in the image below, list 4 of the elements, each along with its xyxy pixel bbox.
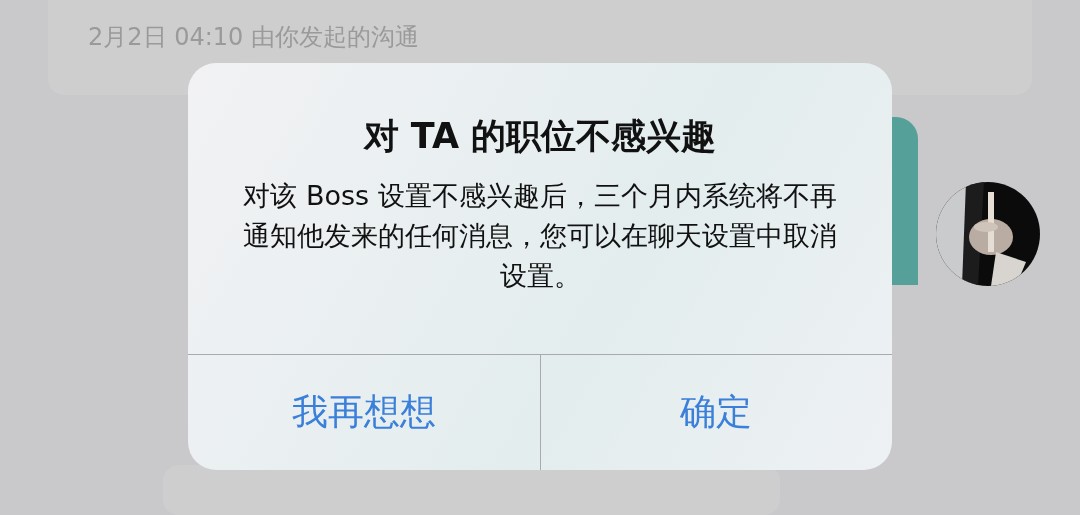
confirm-button[interactable]: 确定 — [539, 355, 892, 470]
cancel-button[interactable]: 我再想想 — [188, 355, 540, 470]
dialog-message: 对该 Boss 设置不感兴趣后，三个月内系统将不再通知他发来的任何消息，您可以在聊天设置中取消设置。 — [242, 179, 838, 293]
dialog-title: 对 TA 的职位不感兴趣 — [363, 115, 717, 158]
